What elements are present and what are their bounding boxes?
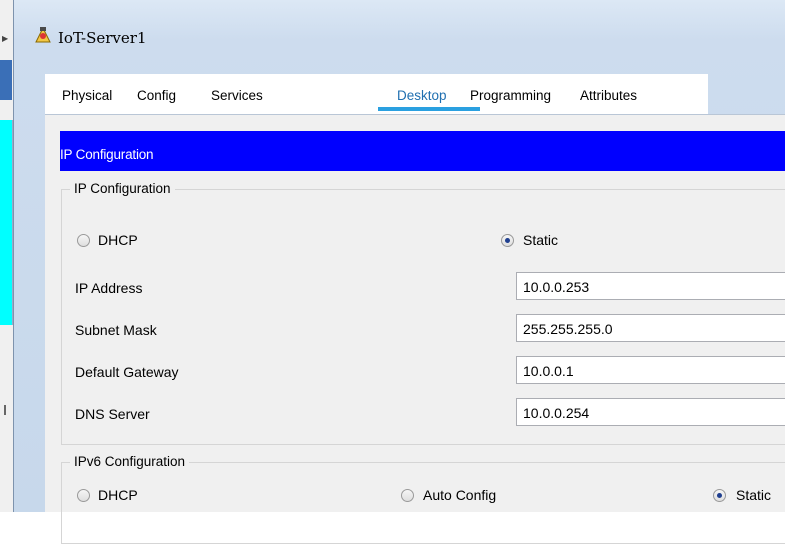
dns-server-field[interactable]: 10.0.0.254 [516,398,785,426]
dns-server-label: DNS Server [75,406,150,422]
ipv4-dhcp-radio[interactable] [77,234,90,247]
default-gateway-field[interactable]: 10.0.0.1 [516,356,785,384]
tab-services[interactable]: Services [211,88,263,103]
default-gateway-label: Default Gateway [75,364,179,380]
subnet-mask-field[interactable]: 255.255.255.0 [516,314,785,342]
tab-config[interactable]: Config [137,88,176,103]
ip-configuration-group: IP Configuration DHCP Static IP Address … [61,181,785,445]
background-divider [4,405,6,415]
background-panel-cyan [0,120,13,325]
ipv6-dhcp-radio[interactable] [77,489,90,502]
ip-address-field[interactable]: 10.0.0.253 [516,272,785,300]
tab-attributes[interactable]: Attributes [580,88,637,103]
title-bar[interactable]: IoT-Server1 [14,0,785,60]
tab-desktop[interactable]: Desktop [397,88,447,103]
background-panel-blue [0,60,12,100]
ip-configuration-header: IP Configuration [60,131,785,171]
ipv6-auto-config-label: Auto Config [423,487,497,503]
ipv6-configuration-group: IPv6 Configuration DHCP Auto Config Stat… [61,454,785,544]
expand-arrow-icon: ▶ [2,34,9,43]
desktop-panel: IP Configuration IP Configuration DHCP S… [45,114,785,544]
ipv4-static-label: Static [523,232,559,248]
ip-configuration-group-title: IP Configuration [70,181,175,196]
tab-bar: Physical Config Services Desktop Program… [45,74,708,114]
ipv6-dhcp-label: DHCP [98,487,138,503]
active-tab-indicator [378,107,480,111]
ipv6-auto-config-radio[interactable] [401,489,414,502]
ip-configuration-header-text: IP Configuration [60,147,154,162]
ip-address-label: IP Address [75,280,143,296]
ipv6-configuration-group-title: IPv6 Configuration [70,454,190,469]
ipv6-static-label: Static [736,487,772,503]
ipv4-dhcp-label: DHCP [98,232,138,248]
subnet-mask-label: Subnet Mask [75,322,157,338]
ipv4-static-radio[interactable] [501,234,514,247]
iot-server-icon [35,26,51,43]
device-window: IoT-Server1 Physical Config Services Des… [13,0,785,544]
window-title: IoT-Server1 [58,29,147,47]
ipv6-static-radio[interactable] [713,489,726,502]
tab-physical[interactable]: Physical [62,88,112,103]
tab-programming[interactable]: Programming [470,88,551,103]
